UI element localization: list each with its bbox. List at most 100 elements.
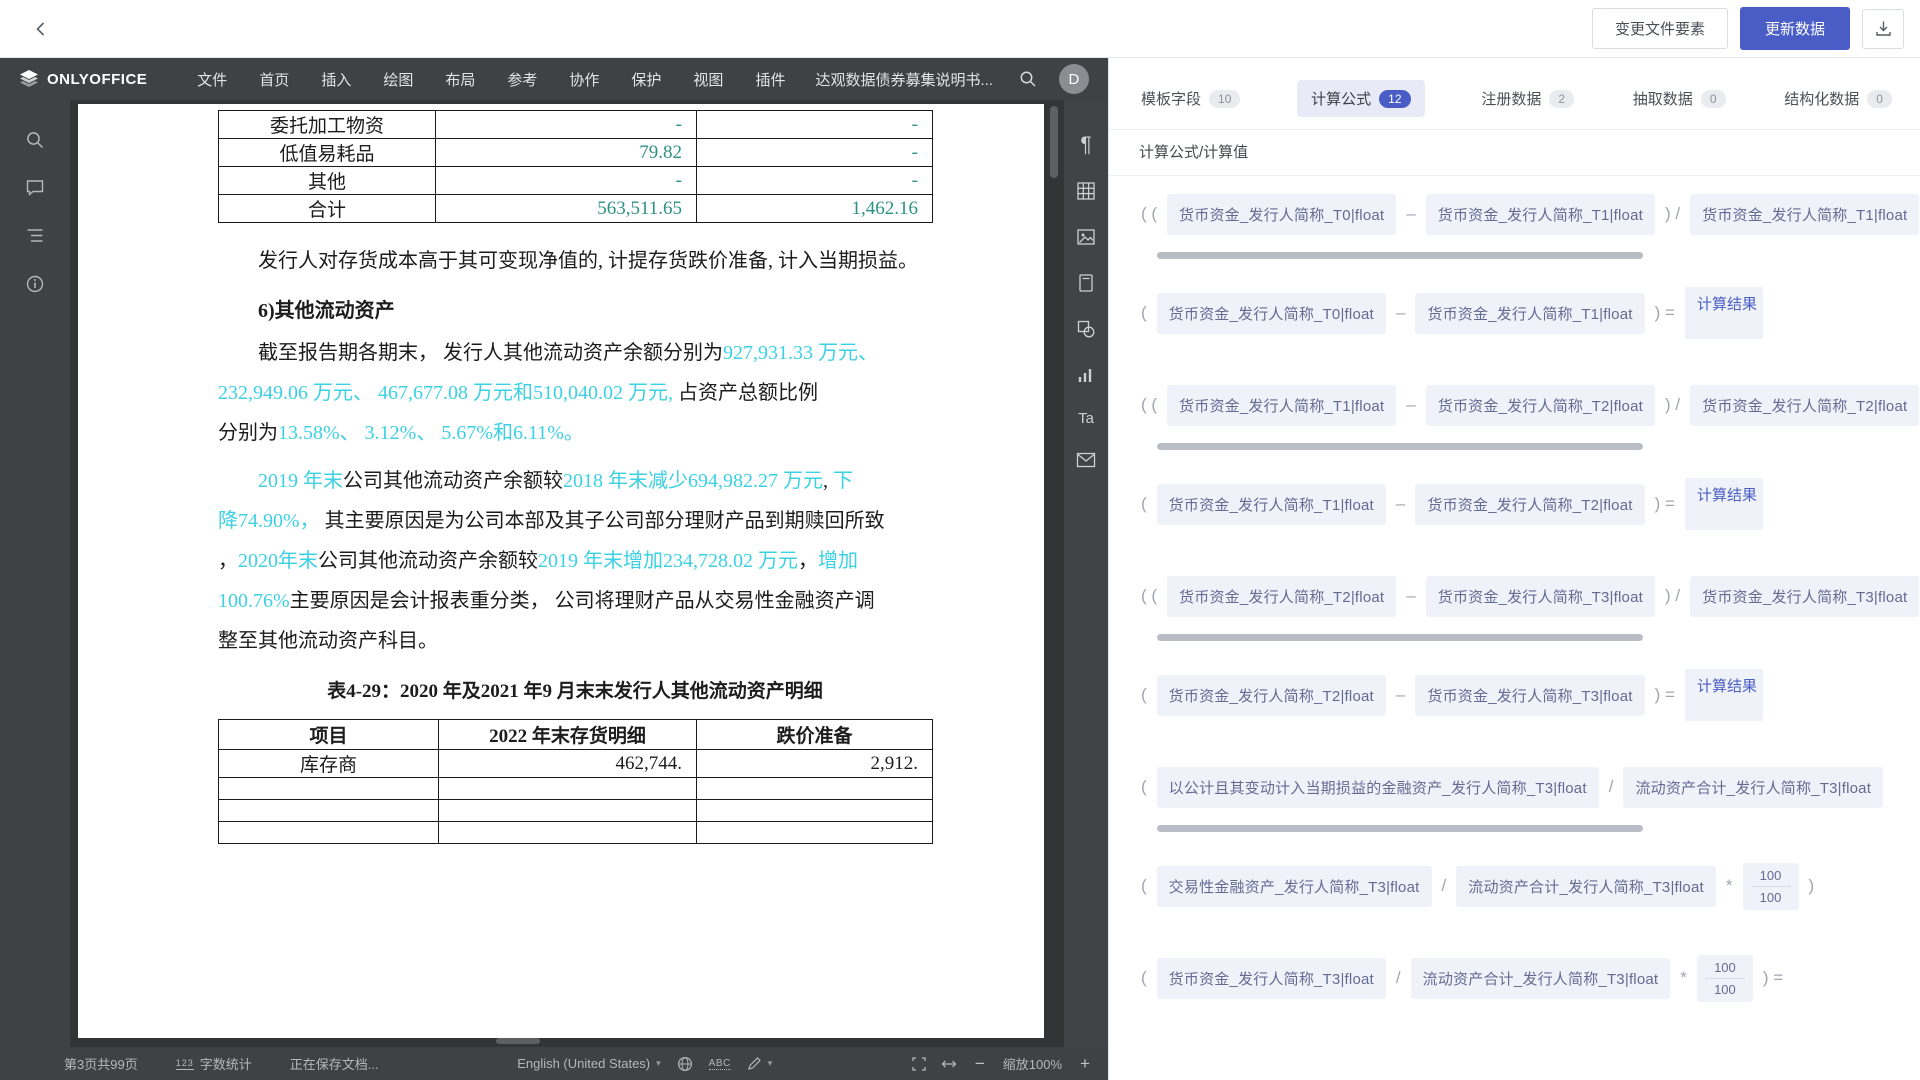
menu-item[interactable]: 插件 — [739, 59, 801, 100]
update-data-button[interactable]: 更新数据 — [1740, 7, 1850, 50]
fit-width-button[interactable] — [941, 1056, 957, 1072]
menu-item[interactable]: 参考 — [491, 59, 553, 100]
field-chip[interactable]: 货币资金_发行人简称_T1|float — [1690, 194, 1919, 235]
onlyoffice-logo-icon — [18, 69, 40, 89]
mail-merge-button[interactable] — [1076, 452, 1096, 468]
panel-tab-注册数据[interactable]: 注册数据2 — [1479, 80, 1576, 117]
field-chip[interactable]: 货币资金_发行人简称_T0|float — [1167, 194, 1396, 235]
formula-horizontal-scrollbar[interactable] — [1157, 252, 1643, 259]
paragraph-inventory-provision: 发行人对存货成本高于其可变现净值的, 计提存货跌价准备, 计入当期损益。 — [218, 241, 932, 281]
header-footer-settings-button[interactable] — [1077, 273, 1095, 293]
field-chip[interactable]: 流动资产合计_发行人简称_T3|float — [1411, 958, 1671, 999]
zoom-out-button[interactable]: − — [971, 1054, 989, 1074]
table-cell: 563,511.65 — [436, 195, 697, 223]
field-chip[interactable]: 货币资金_发行人简称_T3|float — [1426, 576, 1655, 617]
spell-check-button[interactable]: ABC — [709, 1058, 731, 1070]
formula-operator: ) = — [1763, 968, 1783, 988]
page-icon — [1077, 273, 1095, 293]
document-page[interactable]: 委托加工物资--低值易耗品79.82-其他--合计563,511.651,462… — [78, 104, 1044, 1038]
search-icon — [1019, 70, 1037, 88]
about-button[interactable] — [25, 274, 45, 294]
fraction-chip[interactable]: 100100 — [1743, 863, 1799, 910]
find-button[interactable] — [25, 130, 45, 150]
menu-item[interactable]: 首页 — [243, 59, 305, 100]
field-chip[interactable]: 货币资金_发行人简称_T2|float — [1167, 576, 1396, 617]
panel-tab-结构化数据[interactable]: 结构化数据0 — [1782, 80, 1894, 117]
zoom-in-button[interactable]: + — [1076, 1054, 1094, 1074]
panel-tab-抽取数据[interactable]: 抽取数据0 — [1631, 80, 1728, 117]
language-selector[interactable]: English (United States)▾ — [517, 1056, 660, 1071]
back-button[interactable] — [24, 12, 58, 46]
table-cell: - — [697, 111, 933, 139]
formula-operator: ( ( — [1141, 586, 1157, 606]
formula-row: (货币资金_发行人简称_T0|float–货币资金_发行人简称_T1|float… — [1139, 287, 1920, 339]
menu-item[interactable]: 协作 — [553, 59, 615, 100]
calculation-result-chip[interactable]: 计算结果 — [1685, 287, 1763, 339]
chart-settings-button[interactable] — [1076, 365, 1096, 385]
field-chip[interactable]: 以公计且其变动计入当期损益的金融资产_发行人简称_T3|float — [1157, 767, 1599, 808]
table-cell — [697, 822, 933, 844]
fit-page-button[interactable] — [911, 1056, 927, 1072]
menu-item[interactable]: 绘图 — [367, 59, 429, 100]
table-cell: 库存商 — [219, 750, 439, 778]
document-vertical-scrollbar[interactable] — [1050, 104, 1058, 1034]
formula-horizontal-scrollbar[interactable] — [1157, 825, 1643, 832]
paragraph-line: 100.76%主要原因是会计报表重分类， 公司将理财产品从交易性金融资产调 — [218, 581, 932, 621]
menu-item[interactable]: 插入 — [305, 59, 367, 100]
field-chip[interactable]: 流动资产合计_发行人简称_T3|float — [1623, 767, 1883, 808]
paragraph-line: 232,949.06 万元、 467,677.08 万元和510,040.02 … — [218, 373, 932, 413]
change-file-elements-button[interactable]: 变更文件要素 — [1592, 8, 1728, 49]
field-chip[interactable]: 货币资金_发行人简称_T2|float — [1690, 385, 1919, 426]
paragraph-text: 截至报告期各期末， 发行人其他流动资产余额分别为 — [258, 342, 723, 364]
paragraph-text: , — [823, 470, 833, 492]
shape-settings-button[interactable] — [1076, 319, 1096, 339]
set-language-button[interactable] — [677, 1056, 693, 1072]
paragraph-settings-button[interactable]: ¶ — [1080, 134, 1091, 155]
menu-item[interactable]: 视图 — [677, 59, 739, 100]
horizontal-scrollbar-thumb[interactable] — [496, 1038, 540, 1044]
field-chip[interactable]: 货币资金_发行人简称_T2|float — [1157, 675, 1386, 716]
vertical-scrollbar-thumb[interactable] — [1050, 106, 1058, 178]
fraction-chip[interactable]: 100100 — [1697, 955, 1753, 1002]
text-art-settings-button[interactable]: Ta — [1078, 411, 1094, 426]
download-button[interactable] — [1862, 9, 1904, 49]
panel-tab-模板字段[interactable]: 模板字段10 — [1139, 80, 1242, 117]
field-chip[interactable]: 交易性金融资产_发行人简称_T3|float — [1157, 866, 1432, 907]
search-button[interactable] — [1019, 70, 1037, 88]
field-chip[interactable]: 货币资金_发行人简称_T1|float — [1415, 293, 1644, 334]
field-chip[interactable]: 货币资金_发行人简称_T3|float — [1415, 675, 1644, 716]
field-chip[interactable]: 货币资金_发行人简称_T1|float — [1167, 385, 1396, 426]
zoom-level[interactable]: 缩放100% — [1003, 1054, 1062, 1073]
formula-horizontal-scrollbar[interactable] — [1157, 443, 1643, 450]
user-avatar[interactable]: D — [1059, 64, 1089, 94]
image-settings-button[interactable] — [1076, 227, 1096, 247]
navigation-button[interactable] — [25, 226, 45, 246]
track-changes-button[interactable]: ▾ — [747, 1056, 773, 1071]
document-title-tab[interactable]: 达观数据债券募集说明书... — [815, 69, 993, 90]
panel-tab-计算公式[interactable]: 计算公式12 — [1297, 80, 1424, 117]
field-chip[interactable]: 货币资金_发行人简称_T0|float — [1157, 293, 1386, 334]
page-indicator[interactable]: 第3页共99页 — [64, 1054, 138, 1073]
word-count-button[interactable]: 123 字数统计 — [176, 1054, 252, 1073]
field-chip[interactable]: 货币资金_发行人简称_T1|float — [1157, 484, 1386, 525]
field-chip[interactable]: 流动资产合计_发行人简称_T3|float — [1456, 866, 1716, 907]
table-cell: 合计 — [219, 195, 436, 223]
comments-button[interactable] — [25, 178, 45, 198]
table-settings-button[interactable] — [1076, 181, 1096, 201]
menu-item[interactable]: 文件 — [181, 59, 243, 100]
formula-row: ( (货币资金_发行人简称_T1|float–货币资金_发行人简称_T2|flo… — [1139, 379, 1920, 431]
menu-item[interactable]: 保护 — [615, 59, 677, 100]
field-chip[interactable]: 货币资金_发行人简称_T1|float — [1426, 194, 1655, 235]
field-chip[interactable]: 货币资金_发行人简称_T2|float — [1426, 385, 1655, 426]
field-chip[interactable]: 货币资金_发行人简称_T3|float — [1690, 576, 1919, 617]
table-header-cell: 跌价准备 — [697, 720, 933, 750]
formula-operator: ) / — [1665, 395, 1680, 415]
calculation-result-chip[interactable]: 计算结果 — [1685, 478, 1763, 530]
fit-page-icon — [911, 1056, 927, 1072]
calculation-result-chip[interactable]: 计算结果 — [1685, 669, 1763, 721]
field-chip[interactable]: 货币资金_发行人简称_T3|float — [1157, 958, 1386, 999]
field-chip[interactable]: 货币资金_发行人简称_T2|float — [1415, 484, 1644, 525]
menu-item[interactable]: 布局 — [429, 59, 491, 100]
document-horizontal-scrollbar[interactable] — [78, 1038, 1044, 1045]
formula-horizontal-scrollbar[interactable] — [1157, 634, 1643, 641]
